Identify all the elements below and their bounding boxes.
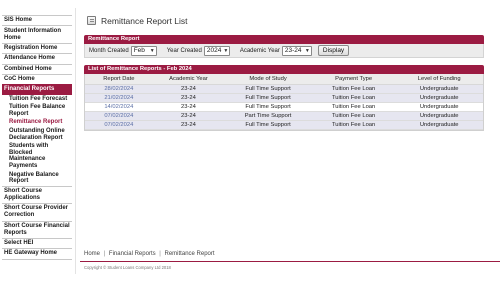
payment-type-cell: Tuition Fee Loan (311, 102, 396, 112)
sidebar-item-sis-home[interactable]: SIS Home (2, 15, 72, 25)
sidebar-subitem-outstanding-online-declaration-report[interactable]: Outstanding Online Declaration Report (2, 127, 72, 142)
column-header-academic-year[interactable]: Academic Year (152, 74, 225, 85)
table-row[interactable]: 28/02/2024 23-24 Full Time Support Tuiti… (85, 84, 483, 94)
level-of-funding-cell: Undergraduate (395, 120, 483, 130)
academic-year-select[interactable]: 23-24 ▼ (281, 45, 312, 56)
table-row[interactable]: 07/02/2024 23-24 Full Time Support Tuiti… (85, 120, 483, 130)
payment-type-cell: Tuition Fee Loan (311, 93, 396, 103)
sidebar-item-select-hei[interactable]: Select HEI (2, 237, 72, 248)
payment-type-cell: Tuition Fee Loan (311, 111, 396, 121)
column-header-report-date[interactable]: Report Date (85, 74, 153, 85)
report-date-link[interactable]: 14/02/2024 (85, 102, 153, 112)
table-row[interactable]: 14/02/2024 23-24 Full Time Support Tuiti… (85, 102, 483, 112)
sidebar-item-coc-home[interactable]: CoC Home (2, 73, 72, 84)
academic-year-value: 23-24 (284, 47, 302, 54)
report-list-header: List of Remittance Reports - Feb 2024 (84, 65, 484, 74)
mode-of-study-cell: Full Time Support (224, 84, 312, 94)
sidebar-subitem-remittance-report[interactable]: Remittance Report (2, 118, 72, 127)
academic-year-cell: 23-24 (152, 120, 225, 130)
report-date-link[interactable]: 07/02/2024 (85, 111, 153, 121)
display-button[interactable]: Display (317, 45, 350, 56)
month-created-label: Month Created (89, 47, 129, 54)
breadcrumb-financial-reports-link[interactable]: Financial Reports (109, 251, 156, 257)
table-row[interactable]: 21/02/2024 23-24 Full Time Support Tuiti… (85, 93, 483, 103)
sidebar-subitem-students-blocked-maintenance-payments[interactable]: Students with Blocked Maintenance Paymen… (2, 142, 72, 170)
year-created-label: Year Created (166, 47, 202, 54)
sidebar-subitem-tuition-fee-forecast[interactable]: Tuition Fee Forecast (2, 95, 72, 104)
level-of-funding-cell: Undergraduate (395, 111, 483, 121)
mode-of-study-cell: Full Time Support (224, 102, 312, 112)
level-of-funding-cell: Undergraduate (395, 84, 483, 94)
mode-of-study-cell: Full Time Support (224, 93, 312, 103)
report-list-table: Report Date Academic Year Mode of Study … (84, 74, 484, 131)
sidebar-separator (75, 8, 76, 274)
year-created-select[interactable]: 2024 ▼ (203, 45, 230, 56)
sidebar-item-short-course-applications[interactable]: Short Course Applications (2, 185, 72, 203)
month-created-select[interactable]: Feb ▼ (130, 45, 157, 56)
sidebar-item-registration-home[interactable]: Registration Home (2, 42, 72, 53)
academic-year-cell: 23-24 (152, 84, 225, 94)
mode-of-study-cell: Part Time Support (224, 111, 312, 121)
page-title: Remittance Report List (101, 16, 188, 26)
sidebar-nav: SIS Home Student Information Home Regist… (2, 15, 72, 260)
copyright-text: Copyright © Student Loans Company Ltd 20… (84, 265, 171, 270)
sidebar-item-short-course-financial-reports[interactable]: Short Course Financial Reports (2, 220, 72, 238)
sidebar-item-combined-home[interactable]: Combined Home (2, 63, 72, 74)
sidebar-item-short-course-provider-correction[interactable]: Short Course Provider Correction (2, 203, 72, 220)
academic-year-cell: 23-24 (152, 93, 225, 103)
sidebar-divider (2, 258, 72, 260)
column-header-level-of-funding[interactable]: Level of Funding (395, 74, 483, 85)
document-icon (86, 16, 98, 26)
breadcrumb: Home | Financial Reports | Remittance Re… (84, 251, 215, 257)
table-header-row: Report Date Academic Year Mode of Study … (85, 74, 483, 85)
chevron-down-icon: ▼ (223, 47, 229, 54)
sidebar-item-financial-reports[interactable]: Financial Reports (2, 84, 72, 95)
breadcrumb-separator: | (103, 251, 106, 257)
payment-type-cell: Tuition Fee Loan (311, 84, 396, 94)
mode-of-study-cell: Full Time Support (224, 120, 312, 130)
report-date-link[interactable]: 21/02/2024 (85, 93, 153, 103)
column-header-payment-type[interactable]: Payment Type (311, 74, 396, 85)
chevron-down-icon: ▼ (149, 47, 155, 54)
table-row[interactable]: 07/02/2024 23-24 Part Time Support Tuiti… (85, 111, 483, 121)
academic-year-cell: 23-24 (152, 102, 225, 112)
level-of-funding-cell: Undergraduate (395, 93, 483, 103)
academic-year-label: Academic Year (239, 47, 280, 54)
report-date-link[interactable]: 07/02/2024 (85, 120, 153, 130)
filter-bar: Month Created Feb ▼ Year Created 2024 ▼ … (84, 44, 484, 58)
breadcrumb-home-link[interactable]: Home (84, 251, 100, 257)
payment-type-cell: Tuition Fee Loan (311, 120, 396, 130)
sidebar-subitem-tuition-fee-balance-report[interactable]: Tuition Fee Balance Report (2, 103, 72, 118)
academic-year-cell: 23-24 (152, 111, 225, 121)
footer-divider (80, 261, 500, 262)
level-of-funding-cell: Undergraduate (395, 102, 483, 112)
filter-panel-header: Remittance Report (84, 35, 484, 44)
breadcrumb-current-page: Remittance Report (164, 251, 215, 257)
column-header-mode-of-study[interactable]: Mode of Study (224, 74, 312, 85)
report-date-link[interactable]: 28/02/2024 (85, 84, 153, 94)
chevron-down-icon: ▼ (304, 47, 310, 54)
sidebar-item-student-information-home[interactable]: Student Information Home (2, 25, 72, 42)
page-header: Remittance Report List (86, 15, 187, 27)
year-created-value: 2024 (206, 47, 222, 54)
sidebar-item-he-gateway-home[interactable]: HE Gateway Home (2, 248, 72, 258)
sidebar-subitem-negative-balance-report[interactable]: Negative Balance Report (2, 171, 72, 186)
month-created-value: Feb (133, 47, 145, 54)
breadcrumb-separator: | (159, 251, 161, 257)
sidebar-item-attendance-home[interactable]: Attendance Home (2, 53, 72, 63)
